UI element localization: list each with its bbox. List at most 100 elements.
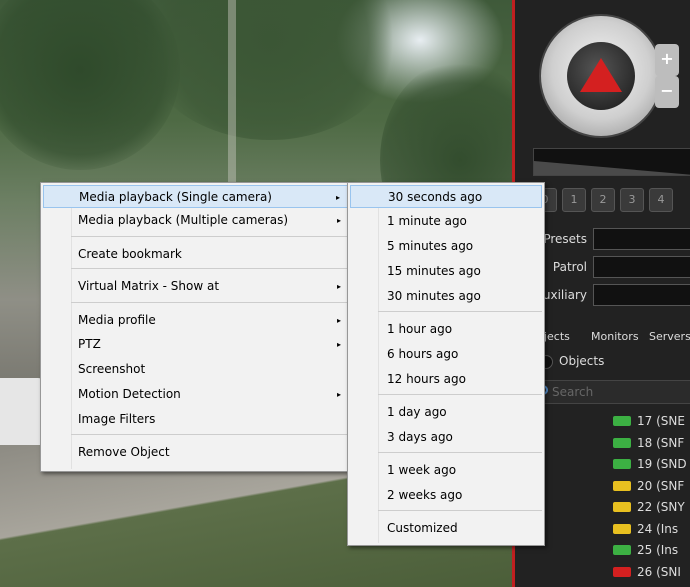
menu-separator — [378, 510, 542, 511]
submenu-item-label: 3 days ago — [387, 430, 453, 444]
ptz-center-knob[interactable] — [567, 42, 635, 110]
submenu-item[interactable]: 30 seconds ago — [350, 185, 542, 208]
ptz-joystick[interactable] — [539, 14, 663, 138]
objects-radio[interactable]: Objects — [533, 352, 690, 372]
patrol-row: Patrol — [533, 256, 690, 278]
menu-item-label: Media profile — [78, 313, 156, 327]
menu-item[interactable]: Media playback (Multiple cameras) ▸ — [43, 209, 349, 232]
submenu-item[interactable]: 1 day ago — [350, 401, 542, 424]
submenu-item-label: 15 minutes ago — [387, 264, 481, 278]
submenu-item[interactable]: 3 days ago — [350, 426, 542, 449]
submenu-item[interactable]: 1 week ago — [350, 459, 542, 482]
tree-item-camera[interactable]: 17 (SNE — [613, 412, 690, 432]
zoom-in-button[interactable]: + — [655, 44, 679, 76]
playback-time-submenu: 30 seconds ago 1 minute ago 5 minutes ago 1… — [347, 182, 545, 546]
submenu-item-label: 1 hour ago — [387, 322, 453, 336]
submenu-item[interactable]: 12 hours ago — [350, 368, 542, 391]
tree-item-label: 17 (SNE — [637, 414, 685, 428]
tree-item-camera[interactable]: 25 (Ins — [613, 541, 690, 561]
tree-item-camera[interactable]: 22 (SNY — [613, 498, 690, 518]
submenu-item[interactable]: Customized — [350, 517, 542, 540]
camera-icon — [613, 502, 631, 512]
search-placeholder: Search — [552, 385, 594, 399]
patrol-label: Patrol — [552, 260, 587, 274]
menu-separator — [71, 434, 349, 435]
menu-item[interactable]: PTZ ▸ — [43, 333, 349, 356]
menu-item[interactable]: Image Filters — [43, 408, 349, 431]
preset-button[interactable]: 2 — [591, 188, 615, 212]
menu-item-label: Image Filters — [78, 412, 156, 426]
tree-item-label: 26 (SNI — [637, 564, 681, 579]
presets-label: Presets — [543, 232, 587, 246]
menu-item[interactable]: Media playback (Single camera) ▸ — [43, 185, 349, 208]
preset-button[interactable]: 3 — [620, 188, 644, 212]
object-tree: 17 (SNE 18 (SNF 19 (SND 20 (SNF 22 (SNY 24 (I… — [545, 410, 690, 587]
tree-item-camera[interactable]: 18 (SNF — [613, 434, 690, 454]
menu-item-label: Screenshot — [78, 362, 146, 376]
camera-icon — [613, 523, 631, 534]
submenu-item-label: 1 minute ago — [387, 214, 467, 228]
submenu-item-label: 5 minutes ago — [387, 239, 474, 253]
tree-item-camera[interactable]: 19 (SND — [613, 455, 690, 475]
patrol-dropdown[interactable] — [593, 256, 690, 278]
preset-button[interactable]: 4 — [649, 188, 673, 212]
ptz-speed-slider[interactable] — [533, 148, 690, 176]
submenu-item[interactable]: 1 minute ago — [350, 210, 542, 233]
menu-separator — [378, 311, 542, 312]
tree-item-label: 24 (Ins — [637, 521, 679, 536]
speed-slider-fill — [534, 161, 690, 175]
submenu-item-label: Customized — [387, 521, 458, 535]
submenu-item-label: 30 minutes ago — [387, 289, 481, 303]
presets-dropdown[interactable] — [593, 228, 690, 250]
search-input[interactable]: Search — [533, 380, 690, 404]
tree-item-label: 19 (SND — [637, 457, 687, 471]
objects-radio-label: Objects — [559, 354, 605, 368]
tree-item-camera[interactable]: 24 (Ins — [613, 520, 690, 540]
menu-item[interactable]: Create bookmark — [43, 243, 349, 266]
submenu-item-label: 30 seconds ago — [388, 190, 483, 204]
presets-row: Presets — [533, 228, 690, 250]
zoom-out-button[interactable]: − — [655, 76, 679, 108]
tree-item-label: 18 (SNF — [637, 435, 685, 450]
tree-item-label: 25 (Ins — [637, 543, 679, 557]
camera-icon — [613, 459, 631, 469]
tree-item-label: 20 (SNF — [637, 478, 685, 493]
tree-item-label: 22 (SNY — [637, 500, 685, 514]
menu-separator — [71, 268, 349, 269]
menu-separator — [378, 452, 542, 453]
menu-item[interactable]: Virtual Matrix - Show at ▸ — [43, 275, 349, 298]
menu-item[interactable]: Motion Detection ▸ — [43, 383, 349, 406]
tab-monitors[interactable]: Monitors — [591, 330, 639, 343]
submenu-item-label: 1 week ago — [387, 463, 457, 477]
auxiliary-label: uxiliary — [542, 288, 587, 302]
preset-button[interactable]: 1 — [562, 188, 586, 212]
submenu-item[interactable]: 5 minutes ago — [350, 235, 542, 258]
video-foliage — [140, 0, 400, 140]
submenu-item[interactable]: 15 minutes ago — [350, 260, 542, 283]
menu-item-label: Media playback (Multiple cameras) — [78, 213, 288, 227]
submenu-item[interactable]: 1 hour ago — [350, 318, 542, 341]
camera-context-menu: Media playback (Single camera) ▸ Media pla… — [40, 182, 352, 472]
tab-servers[interactable]: Servers — [649, 330, 690, 343]
menu-item-label: Motion Detection — [78, 387, 181, 401]
tree-item-camera[interactable]: 26 (SNI — [613, 563, 690, 583]
submenu-arrow-icon: ▸ — [336, 316, 341, 325]
menu-item-label: Media playback (Single camera) — [79, 190, 272, 204]
submenu-arrow-icon: ▸ — [336, 390, 341, 399]
submenu-item[interactable]: 2 weeks ago — [350, 484, 542, 507]
submenu-item[interactable]: 30 minutes ago — [350, 285, 542, 308]
submenu-item[interactable]: 6 hours ago — [350, 343, 542, 366]
submenu-arrow-icon: ▸ — [336, 216, 341, 225]
tree-item-camera[interactable]: 20 (SNF — [613, 477, 690, 497]
menu-item[interactable]: Remove Object — [43, 441, 349, 464]
menu-item-label: Create bookmark — [78, 247, 182, 261]
submenu-arrow-icon: ▸ — [336, 340, 341, 349]
submenu-item-label: 6 hours ago — [387, 347, 459, 361]
camera-icon — [613, 545, 631, 555]
menu-item[interactable]: Media profile ▸ — [43, 309, 349, 332]
submenu-arrow-icon: ▸ — [336, 282, 341, 291]
menu-item-label: PTZ — [78, 337, 101, 351]
submenu-arrow-icon: ▸ — [335, 193, 340, 202]
auxiliary-dropdown[interactable] — [593, 284, 690, 306]
menu-item[interactable]: Screenshot — [43, 358, 349, 381]
